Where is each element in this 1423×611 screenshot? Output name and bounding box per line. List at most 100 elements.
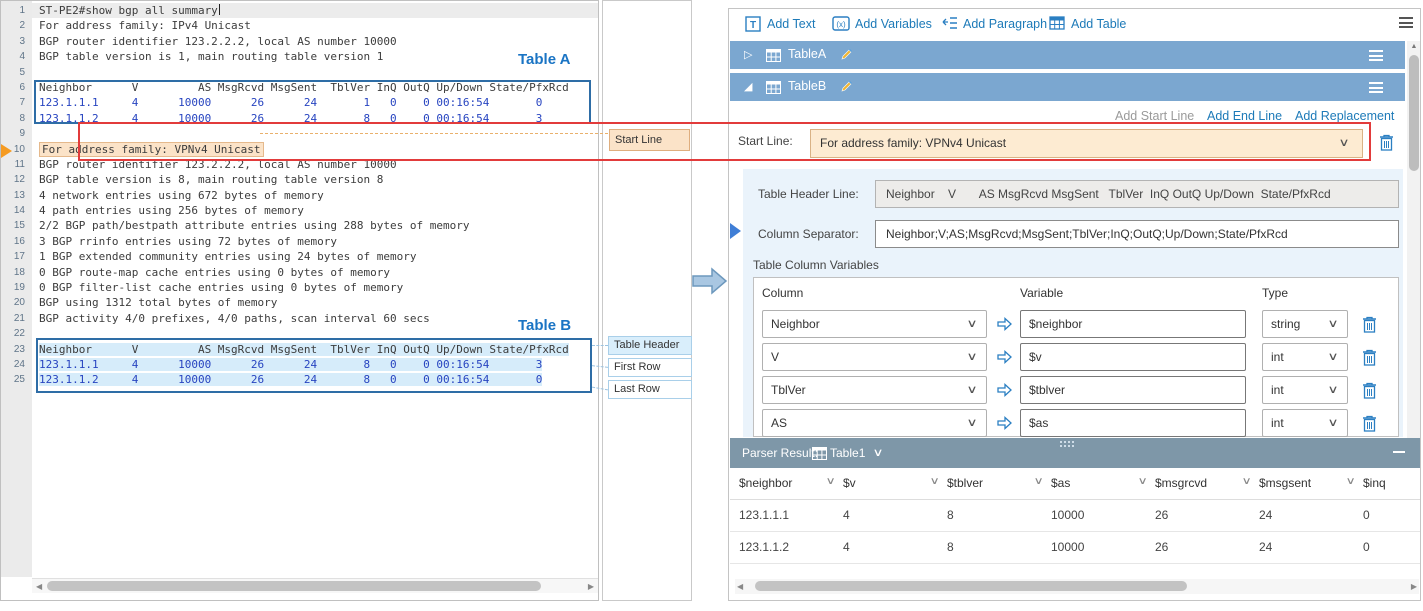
scroll-left-icon[interactable]: ◀	[737, 582, 743, 591]
variable-input[interactable]: $neighbor	[1020, 310, 1246, 338]
first-row-highlight[interactable]: 123.1.1.1 4 10000 26 24 8 0 0 00:16:54 3	[39, 358, 542, 371]
code-line[interactable]: 3 BGP rrinfo entries using 72 bytes of m…	[32, 234, 598, 249]
add-end-line-button[interactable]: Add End Line	[1207, 109, 1282, 123]
scroll-left-icon[interactable]: ◀	[36, 582, 42, 591]
code-line[interactable]: 0 BGP route-map cache entries using 0 by…	[32, 265, 598, 280]
column-separator-input[interactable]: Neighbor;V;AS;MsgRcvd;MsgSent;TblVer;InQ…	[875, 220, 1399, 248]
result-horizontal-scrollbar[interactable]: ◀ ▶	[735, 579, 1419, 594]
add-start-line-button[interactable]: Add Start Line	[1115, 109, 1194, 123]
code-line[interactable]	[32, 65, 598, 80]
code-line[interactable]: BGP table version is 8, main routing tab…	[32, 172, 598, 187]
table-icon	[766, 49, 781, 62]
code-line[interactable]: 123.1.1.2 4 10000 26 24 8 0 0 00:16:54 3	[32, 111, 598, 126]
collapse-icon[interactable]: ◢	[744, 80, 752, 93]
panel-menu-icon[interactable]	[1399, 17, 1413, 28]
start-line-dropdown[interactable]: For address family: VPNv4 Unicast ∨	[810, 129, 1363, 158]
variable-input[interactable]: $v	[1020, 343, 1246, 371]
type-select[interactable]: int∨	[1262, 376, 1348, 404]
table-header-tag[interactable]: Table Header	[608, 336, 692, 355]
scrollbar-thumb[interactable]	[755, 581, 1187, 591]
resize-handle-icon[interactable]	[1060, 441, 1062, 443]
table-header-line-field[interactable]: Neighbor V AS MsgRcvd MsgSent TblVer InQ…	[875, 180, 1399, 208]
section-menu-icon[interactable]	[1369, 82, 1383, 93]
column-select[interactable]: Neighbor∨	[762, 310, 987, 338]
add-variables-button[interactable]: Add Variables	[855, 15, 932, 33]
scrollbar-thumb[interactable]	[1409, 55, 1419, 171]
code-line[interactable]: BGP activity 4/0 prefixes, 4/0 paths, sc…	[32, 311, 598, 326]
code-line[interactable]: For address family: IPv4 Unicast	[32, 18, 598, 33]
column-select[interactable]: V∨	[762, 343, 987, 371]
scroll-right-icon[interactable]: ▶	[1411, 582, 1417, 591]
type-select[interactable]: int∨	[1262, 343, 1348, 371]
scrollbar-thumb[interactable]	[47, 581, 541, 591]
code-line[interactable]: BGP table version is 1, main routing tab…	[32, 49, 598, 64]
code-line[interactable]: ST-PE2#show bgp all summary	[32, 3, 598, 18]
column-select[interactable]: AS∨	[762, 409, 987, 437]
result-column-header[interactable]: $inq	[1363, 476, 1386, 490]
code-line[interactable]: Neighbor V AS MsgRcvd MsgSent TblVer InQ…	[32, 80, 598, 95]
cli-text-area[interactable]: ST-PE2#show bgp all summary For address …	[32, 1, 598, 577]
add-table-button[interactable]: Add Table	[1071, 15, 1126, 33]
line-number: 25	[1, 372, 32, 387]
delete-start-line-icon[interactable]	[1379, 134, 1394, 151]
section-menu-icon[interactable]	[1369, 50, 1383, 61]
result-column-header[interactable]: $tblver∨	[947, 476, 983, 490]
delete-variable-icon[interactable]	[1362, 316, 1377, 333]
chevron-down-icon: ∨	[966, 344, 977, 370]
variable-input[interactable]: $as	[1020, 409, 1246, 437]
code-line[interactable]: 2/2 BGP path/bestpath attribute entries …	[32, 218, 598, 233]
minimize-icon[interactable]	[1393, 451, 1405, 453]
type-select[interactable]: int∨	[1262, 409, 1348, 437]
code-line[interactable]: For address family: VPNv4 Unicast	[32, 142, 598, 157]
result-column-header[interactable]: $neighbor∨	[739, 476, 792, 490]
cli-horizontal-scrollbar[interactable]: ◀ ▶	[32, 578, 598, 593]
code-line[interactable]: BGP router identifier 123.2.2.2, local A…	[32, 34, 598, 49]
panel-vertical-scrollbar[interactable]: ▲ ▼	[1407, 41, 1421, 449]
edit-icon[interactable]	[840, 48, 853, 61]
delete-variable-icon[interactable]	[1362, 415, 1377, 432]
code-line[interactable]	[32, 326, 598, 341]
result-column-header[interactable]: $v∨	[843, 476, 856, 490]
result-column-header[interactable]: $msgsent∨	[1259, 476, 1311, 490]
start-line-tag[interactable]: Start Line	[609, 129, 690, 151]
add-replacement-button[interactable]: Add Replacement	[1295, 109, 1394, 123]
code-line[interactable]: 1 BGP extended community entries using 2…	[32, 249, 598, 264]
result-column-header[interactable]: $msgrcvd∨	[1155, 476, 1207, 490]
code-line[interactable]: 123.1.1.1 4 10000 26 24 8 0 0 00:16:54 3	[32, 357, 598, 372]
code-line[interactable]: BGP using 1312 total bytes of memory	[32, 295, 598, 310]
table-header-highlight[interactable]: Neighbor V AS MsgRcvd MsgSent TblVer InQ…	[39, 343, 569, 356]
first-row-tag[interactable]: First Row	[608, 358, 692, 377]
result-column-header[interactable]: $as∨	[1051, 476, 1070, 490]
variable-input[interactable]: $tblver	[1020, 376, 1246, 404]
code-line[interactable]	[32, 126, 598, 141]
code-line[interactable]: 123.1.1.2 4 10000 26 24 8 0 0 00:16:54 0	[32, 372, 598, 387]
column-select[interactable]: TblVer∨	[762, 376, 987, 404]
code-line[interactable]: 4 network entries using 672 bytes of mem…	[32, 188, 598, 203]
add-text-button[interactable]: Add Text	[767, 15, 815, 33]
section-tablea[interactable]: ▷ TableA	[730, 41, 1405, 69]
scroll-up-icon[interactable]: ▲	[1407, 43, 1421, 50]
code-line[interactable]: Neighbor V AS MsgRcvd MsgSent TblVer InQ…	[32, 342, 598, 357]
last-row-tag[interactable]: Last Row	[608, 380, 692, 399]
parser-result-bar[interactable]: Parser Result: Table1 ∨	[730, 438, 1421, 468]
add-table-icon	[1049, 16, 1065, 30]
code-line[interactable]: 123.1.1.1 4 10000 26 24 1 0 0 00:16:54 0	[32, 95, 598, 110]
delete-variable-icon[interactable]	[1362, 349, 1377, 366]
section-tableb[interactable]: ◢ TableB	[730, 73, 1405, 101]
scroll-right-icon[interactable]: ▶	[588, 582, 594, 591]
start-line-highlight[interactable]: For address family: VPNv4 Unicast	[39, 142, 264, 157]
code-line[interactable]: BGP router identifier 123.2.2.2, local A…	[32, 157, 598, 172]
result-cell: 123.1.1.2	[739, 540, 789, 554]
code-line[interactable]: 0 BGP filter-list cache entries using 0 …	[32, 280, 598, 295]
delete-variable-icon[interactable]	[1362, 382, 1377, 399]
chevron-down-icon: ∨	[966, 311, 977, 337]
expand-icon[interactable]: ▷	[744, 48, 752, 61]
section-title: TableB	[788, 79, 826, 93]
edit-icon[interactable]	[840, 80, 853, 93]
add-paragraph-button[interactable]: Add Paragraph	[963, 15, 1047, 33]
result-cell: 123.1.1.1	[739, 508, 789, 522]
type-select[interactable]: string∨	[1262, 310, 1348, 338]
code-line[interactable]: 4 path entries using 256 bytes of memory	[32, 203, 598, 218]
last-row-highlight[interactable]: 123.1.1.2 4 10000 26 24 8 0 0 00:16:54 0	[39, 373, 542, 386]
result-table-selector[interactable]: Table1	[830, 446, 865, 460]
